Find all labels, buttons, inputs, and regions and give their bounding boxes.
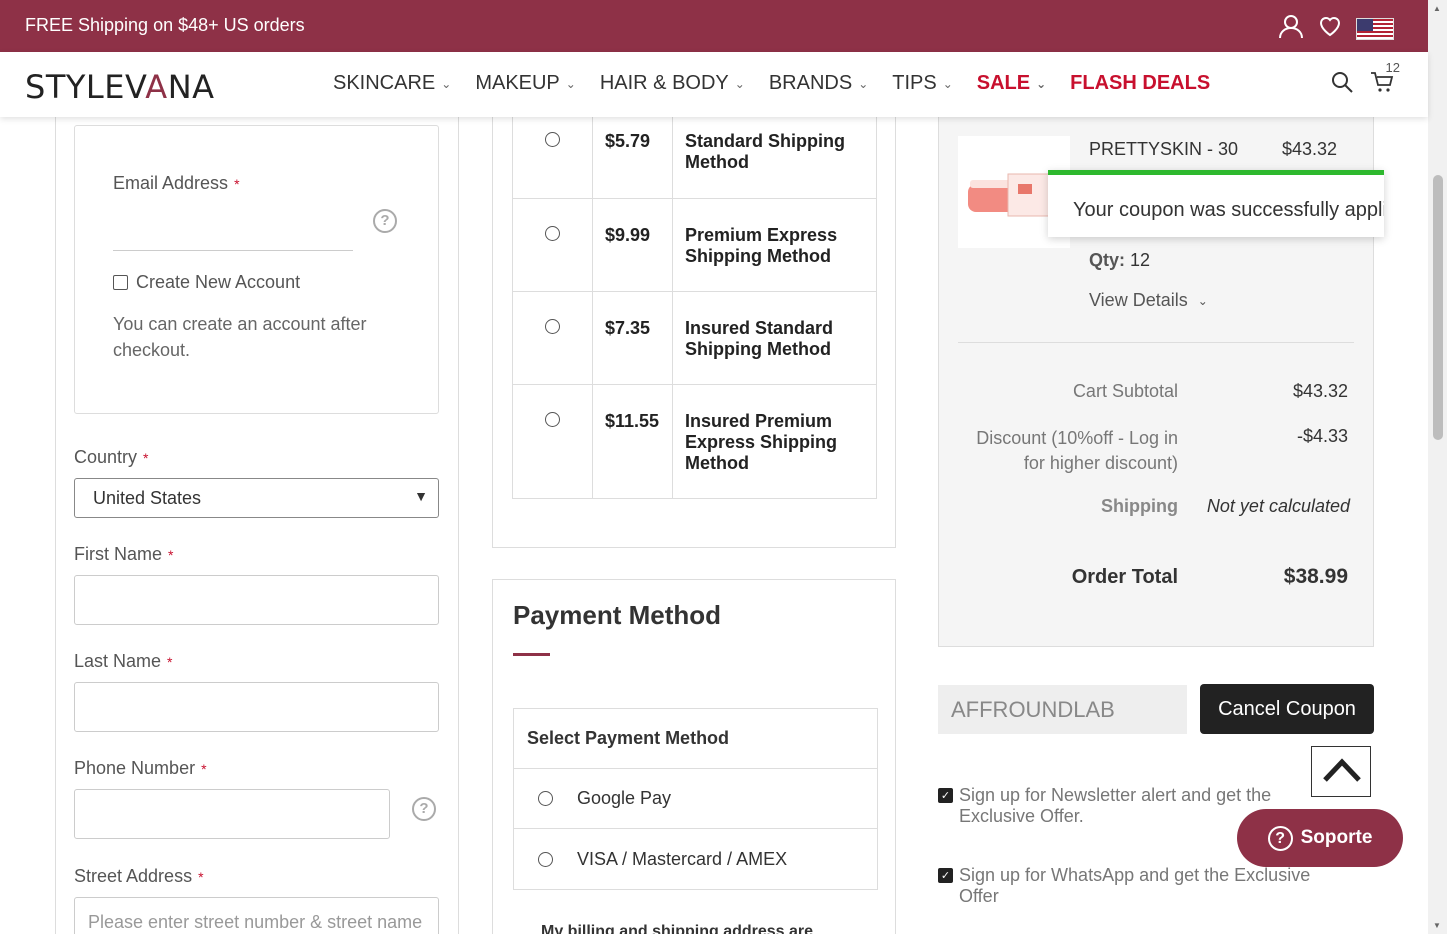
product-qty: Qty: 12 xyxy=(1089,250,1151,270)
nav-tips[interactable]: TIPS ⌄ xyxy=(892,72,953,95)
help-question-icon: ? xyxy=(1267,825,1293,851)
cart-icon[interactable]: 12 xyxy=(1370,60,1400,99)
shipping-name: Standard Shipping Method xyxy=(672,117,877,199)
payment-radio[interactable] xyxy=(538,851,553,867)
discount-label: Discount (10%off - Log in for higher dis… xyxy=(976,428,1178,473)
phone-field[interactable] xyxy=(74,789,390,839)
nav-flash-deals[interactable]: FLASH DEALS xyxy=(1070,72,1210,95)
subtotal-value: $43.32 xyxy=(1292,381,1348,401)
create-account-label: Create New Account xyxy=(136,272,301,292)
shipping-radio[interactable] xyxy=(545,318,560,334)
shipping-row[interactable]: $7.35 Insured Standard Shipping Method xyxy=(512,290,877,385)
shipping-name: Premium Express Shipping Method xyxy=(672,197,877,292)
chevron-down-icon: ⌄ xyxy=(858,76,869,91)
whatsapp-checkbox[interactable]: ✓ xyxy=(938,868,953,883)
email-label: Email Address * xyxy=(113,173,240,193)
order-total-label: Order Total xyxy=(1071,566,1178,588)
promo-bar: FREE Shipping on $48+ US orders xyxy=(0,0,1428,52)
shipping-radio[interactable] xyxy=(545,225,560,241)
nav-brands[interactable]: BRANDS ⌄ xyxy=(769,72,868,95)
street-label: Street Address * xyxy=(74,866,204,886)
shipping-label: Shipping xyxy=(1101,496,1178,516)
cart-count-badge: 12 xyxy=(1385,60,1400,75)
cancel-coupon-button[interactable]: Cancel Coupon xyxy=(1200,684,1374,734)
chevron-down-icon: ⌄ xyxy=(942,76,953,91)
phone-help-icon[interactable]: ? xyxy=(412,797,436,821)
payment-option-card[interactable]: VISA / Mastercard / AMEX xyxy=(514,829,877,889)
promo-text: FREE Shipping on $48+ US orders xyxy=(25,15,305,35)
shipping-price: $5.79 xyxy=(592,117,673,199)
account-box: Email Address * ? Create New Account You … xyxy=(74,125,439,414)
chevron-down-icon: ⌄ xyxy=(565,76,576,91)
billing-same-note: My billing and shipping address are xyxy=(541,923,814,934)
shipping-row[interactable]: $11.55 Insured Premium Express Shipping … xyxy=(512,383,877,499)
create-account-checkbox[interactable] xyxy=(113,275,128,290)
shipping-methods-table: $5.79 Standard Shipping Method $9.99 Pre… xyxy=(512,117,877,499)
shipping-price: $9.99 xyxy=(592,197,673,292)
newsletter-checkbox[interactable]: ✓ xyxy=(938,788,953,803)
payment-title: Payment Method xyxy=(513,600,722,630)
view-details-toggle[interactable]: View Details ⌄ xyxy=(1089,290,1208,311)
back-to-top-button[interactable] xyxy=(1311,746,1371,797)
scroll-up-arrow-icon: ▲ xyxy=(1433,4,1441,13)
shipping-price: $11.55 xyxy=(592,383,673,499)
scroll-down-arrow-icon: ▼ xyxy=(1433,921,1441,930)
country-select[interactable]: United States ▼ xyxy=(74,478,439,518)
order-total-value: $38.99 xyxy=(1283,565,1348,588)
product-name[interactable]: PRETTYSKIN - 30 xyxy=(1089,139,1238,160)
nav-sale[interactable]: SALE ⌄ xyxy=(977,72,1046,95)
scroll-thumb[interactable] xyxy=(1433,175,1443,440)
chevron-down-icon: ▼ xyxy=(414,488,428,504)
main-nav: STYLEVANA SKINCARE ⌄ MAKEUP ⌄ HAIR & BODY ⌄… xyxy=(0,52,1428,117)
email-help-icon[interactable]: ? xyxy=(373,209,397,233)
shipping-radio[interactable] xyxy=(545,411,560,427)
nav-skincare[interactable]: SKINCARE ⌄ xyxy=(333,72,451,95)
shipping-radio[interactable] xyxy=(545,132,560,147)
shipping-row[interactable]: $9.99 Premium Express Shipping Method xyxy=(512,197,877,292)
search-icon[interactable] xyxy=(1330,70,1354,99)
first-name-label: First Name * xyxy=(74,544,174,564)
product-price: $43.32 xyxy=(1282,139,1338,159)
chevron-up-icon xyxy=(1323,758,1361,782)
select-payment-header: Select Payment Method xyxy=(514,709,877,769)
payment-radio[interactable] xyxy=(538,791,553,806)
whatsapp-signup[interactable]: ✓ Sign up for WhatsApp and get the Exclu… xyxy=(938,865,1338,907)
phone-label: Phone Number * xyxy=(74,758,207,778)
discount-value: -$4.33 xyxy=(1296,426,1348,446)
shipping-name: Insured Premium Express Shipping Method xyxy=(672,383,877,499)
chevron-down-icon: ⌄ xyxy=(1036,76,1047,91)
nav-hair-body[interactable]: HAIR & BODY ⌄ xyxy=(600,72,745,95)
chevron-down-icon: ⌄ xyxy=(734,76,745,91)
payment-method-panel: Payment Method Select Payment Method Goo… xyxy=(492,579,896,934)
email-field[interactable] xyxy=(113,206,353,251)
payment-options: Select Payment Method Google Pay VISA / … xyxy=(513,708,878,890)
country-label: Country * xyxy=(74,447,149,467)
title-underline xyxy=(513,653,550,656)
payment-option-google-pay[interactable]: Google Pay xyxy=(514,769,877,829)
create-account-note: You can create an account after checkout… xyxy=(113,314,367,360)
stylevana-logo[interactable]: STYLEVANA xyxy=(25,68,215,106)
wishlist-heart-icon[interactable] xyxy=(1318,14,1342,43)
coupon-code-field[interactable]: AFFROUNDLAB xyxy=(938,685,1187,734)
promo-icons xyxy=(1278,13,1394,44)
support-chat-button[interactable]: ? Soporte xyxy=(1237,809,1403,867)
page-scrollbar[interactable]: ▲ ▼ xyxy=(1428,0,1447,934)
chevron-down-icon: ⌄ xyxy=(441,76,452,91)
account-icon[interactable] xyxy=(1278,13,1304,44)
street-address-field[interactable]: Please enter street number & street name xyxy=(74,897,439,934)
shipping-value: Not yet calculated xyxy=(1206,496,1350,516)
first-name-field[interactable] xyxy=(74,575,439,625)
chevron-down-icon: ⌄ xyxy=(1197,293,1208,308)
shipping-row[interactable]: $5.79 Standard Shipping Method xyxy=(512,117,877,199)
coupon-success-toast: Your coupon was successfully applied xyxy=(1048,170,1384,237)
subtotal-label: Cart Subtotal xyxy=(1072,381,1178,401)
nav-makeup[interactable]: MAKEUP ⌄ xyxy=(475,72,576,95)
divider xyxy=(958,342,1354,343)
last-name-field[interactable] xyxy=(74,682,439,732)
shipping-name: Insured Standard Shipping Method xyxy=(672,290,877,385)
last-name-label: Last Name * xyxy=(74,651,173,671)
us-flag-icon[interactable] xyxy=(1356,17,1394,40)
shipping-price: $7.35 xyxy=(592,290,673,385)
